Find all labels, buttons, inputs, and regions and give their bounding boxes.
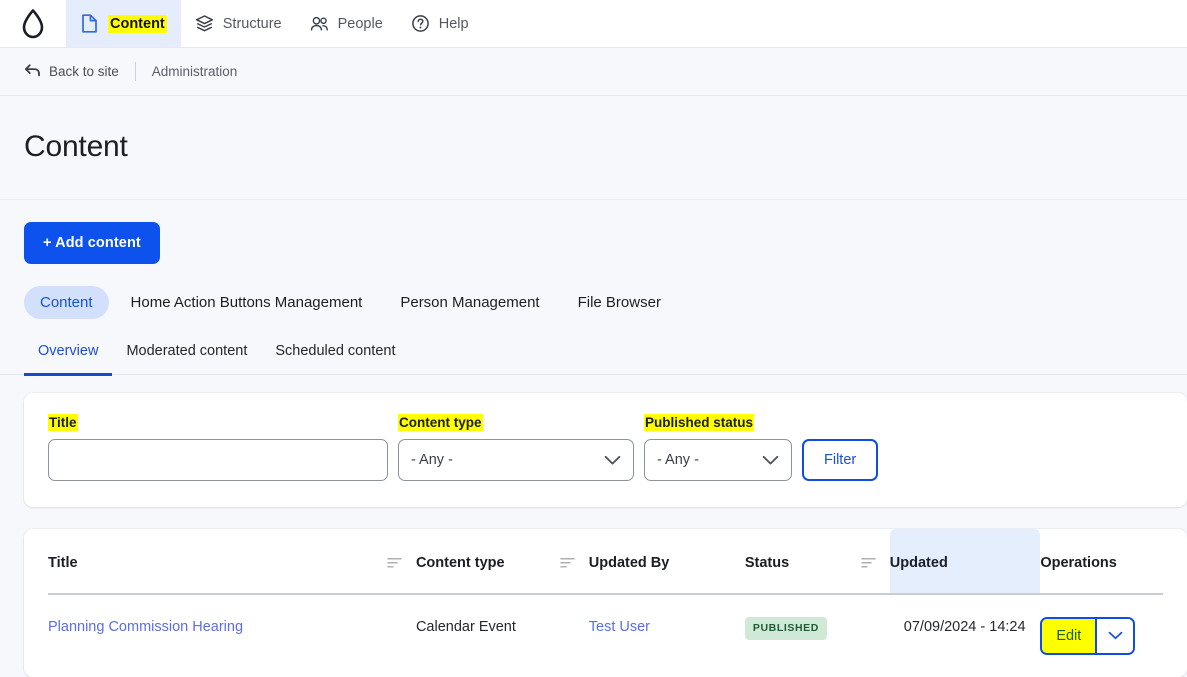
filter-field-title: Title [48,414,388,481]
cell-title: Planning Commission Hearing [48,594,416,677]
content-table: Title Content type Updated By Status Upd… [48,529,1163,677]
filter-label-title-text: Title [48,414,78,431]
column-header-content-type-label: Content type [415,555,505,571]
admin-toolbar: Content Structure People Help [0,0,1187,48]
people-icon [310,14,329,33]
back-arrow-icon [24,63,41,81]
tab-home-action-buttons-management[interactable]: Home Action Buttons Management [115,286,379,319]
cell-status: PUBLISHED [744,594,890,677]
updated-by-link[interactable]: Test User [589,619,650,635]
toolbar-item-content-label: Content [108,14,167,33]
toolbar-item-people[interactable]: People [296,0,397,47]
tab-scheduled-content[interactable]: Scheduled content [261,337,409,376]
breadcrumb-divider [134,62,136,81]
filter-row: Title Content type - Any - Published sta… [48,414,1163,481]
layers-icon [195,14,214,33]
filter-submit-button[interactable]: Filter [802,439,879,481]
toolbar-item-help-label: Help [438,15,469,32]
chevron-down-icon [1108,629,1123,644]
column-header-updated[interactable]: Updated [889,529,1041,595]
column-header-status: Status [744,529,890,595]
status-badge: PUBLISHED [744,617,827,641]
title-filter-input[interactable] [48,439,388,481]
table-row: Planning Commission Hearing Calendar Eve… [48,594,1163,677]
content-type-select[interactable]: - Any - [398,439,634,481]
content-table-panel: Title Content type Updated By Status Upd… [24,529,1187,677]
chevron-down-icon [604,455,621,466]
cell-content-type: Calendar Event [415,619,516,635]
question-circle-icon [411,14,430,33]
filter-label-content-type: Content type [398,414,483,431]
primary-tabs: Content Home Action Buttons Management P… [0,264,1187,319]
tab-file-browser[interactable]: File Browser [562,286,677,319]
breadcrumb: Back to site Administration [0,48,1187,96]
drupal-droplet-logo[interactable] [0,0,66,47]
toolbar-item-help[interactable]: Help [397,0,483,47]
page-title-block: Content [0,96,1187,200]
filter-label-published-status: Published status [644,414,755,431]
toolbar-item-structure[interactable]: Structure [181,0,296,47]
content-title-link[interactable]: Planning Commission Hearing [48,619,243,635]
table-header-row: Title Content type Updated By Status Upd… [48,529,1163,595]
sort-icon[interactable] [861,557,876,569]
published-status-select-value: - Any - [657,452,699,468]
sort-icon[interactable] [560,557,575,569]
page-title: Content [24,130,128,163]
column-header-status-label: Status [744,555,790,571]
column-header-updated-by: Updated By [588,529,745,595]
column-header-operations: Operations [1040,529,1163,595]
column-header-updated-label: Updated [889,555,948,571]
column-header-content-type: Content type [415,529,589,595]
sort-icon[interactable] [387,557,402,569]
published-status-select[interactable]: - Any - [644,439,792,481]
filter-label-published-status-text: Published status [644,414,755,431]
document-icon [80,14,99,33]
filter-label-content-type-text: Content type [398,414,483,431]
filter-field-content-type: Content type - Any - [398,414,634,481]
chevron-down-icon [762,455,779,466]
action-row: + Add content [0,200,1187,264]
cell-operations: Edit [1040,594,1163,677]
operations-split-button: Edit [1040,617,1136,656]
tab-overview[interactable]: Overview [24,337,113,376]
table-head: Title Content type Updated By Status Upd… [48,529,1163,595]
toolbar-item-people-label: People [337,15,383,32]
column-header-updated-by-label: Updated By [588,555,670,571]
back-to-site-label: Back to site [49,64,119,79]
toolbar-item-structure-label: Structure [222,15,282,32]
breadcrumb-administration[interactable]: Administration [152,64,238,79]
edit-button[interactable]: Edit [1042,619,1096,654]
back-to-site-link[interactable]: Back to site [24,63,119,81]
tab-moderated-content[interactable]: Moderated content [112,337,261,376]
column-header-title-label: Title [48,555,78,571]
table-body: Planning Commission Hearing Calendar Eve… [48,594,1163,677]
add-content-button[interactable]: + Add content [24,222,160,264]
cell-updated: 07/09/2024 - 14:24 [903,619,1026,635]
column-header-title: Title [48,529,416,595]
published-status-select-wrap: - Any - [644,439,792,481]
toolbar-item-content[interactable]: Content [66,0,181,47]
operations-dropdown-toggle[interactable] [1095,619,1134,654]
content-area: + Add content Content Home Action Button… [0,200,1187,677]
tab-content[interactable]: Content [24,286,109,319]
content-type-select-value: - Any - [411,452,453,468]
content-type-select-wrap: - Any - [398,439,634,481]
filter-field-published-status: Published status - Any - [644,414,792,481]
filter-label-title: Title [48,414,78,431]
column-header-operations-label: Operations [1040,555,1117,571]
tab-person-management[interactable]: Person Management [384,286,555,319]
filter-panel: Title Content type - Any - Published sta… [24,393,1187,507]
secondary-tabs: Overview Moderated content Scheduled con… [0,319,1187,376]
cell-updated-by: Test User [589,594,745,677]
